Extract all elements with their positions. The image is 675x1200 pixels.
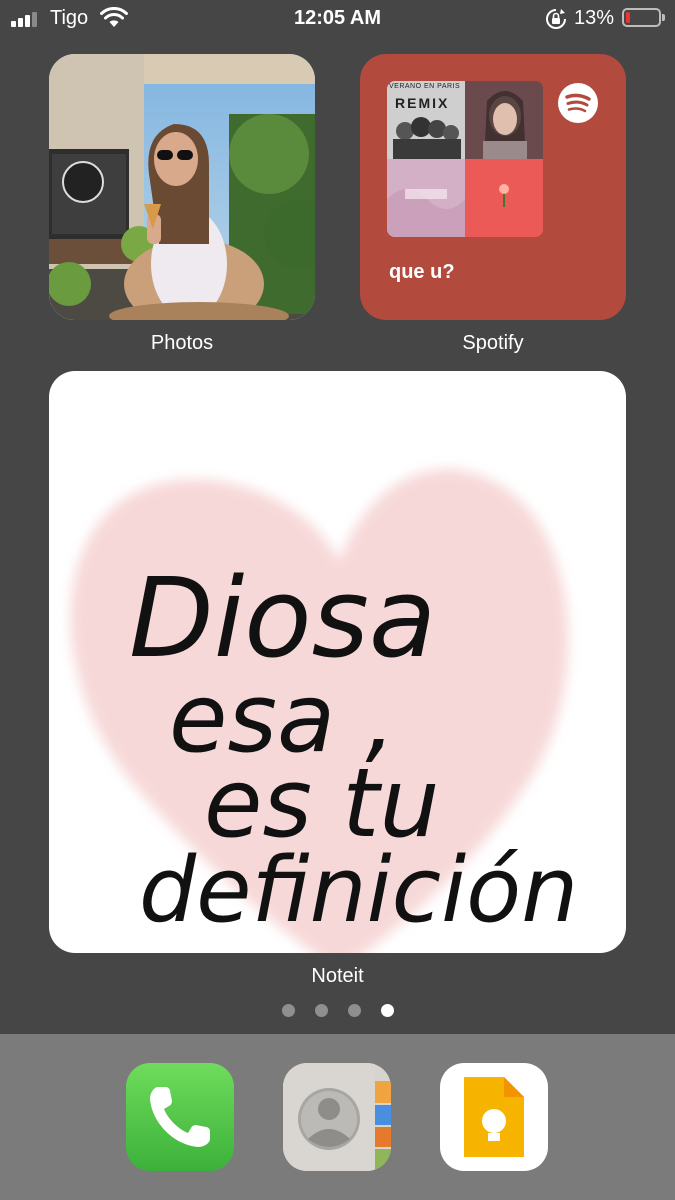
- status-bar: Tigo 12:05 AM 13%: [0, 0, 675, 38]
- contacts-app-icon[interactable]: [283, 1063, 391, 1171]
- google-keep-icon: [464, 1077, 524, 1157]
- noteit-widget[interactable]: Diosa esa , es tu definición: [49, 371, 626, 953]
- note-line: definición: [139, 838, 578, 943]
- page-dot[interactable]: [315, 1004, 328, 1017]
- photos-widget[interactable]: [49, 54, 315, 320]
- battery-percentage: 13%: [574, 7, 615, 29]
- phone-icon: [150, 1087, 210, 1147]
- noteit-label: Noteit: [311, 965, 364, 987]
- dock: [0, 1034, 675, 1200]
- spotify-widget[interactable]: VERANO EN PARIS REMIX que u?: [360, 54, 626, 320]
- handwritten-note: Diosa esa , es tu definición: [70, 468, 578, 953]
- album-cover: VERANO EN PARIS REMIX: [387, 81, 465, 159]
- spotify-logo-icon: [558, 83, 598, 123]
- battery-icon: [622, 8, 661, 27]
- page-indicator[interactable]: [282, 1004, 396, 1018]
- google-keep-app-icon[interactable]: [440, 1063, 548, 1171]
- album-covers-grid[interactable]: VERANO EN PARIS REMIX: [387, 81, 543, 237]
- photo-image: [49, 54, 315, 320]
- album-cover: [465, 159, 543, 237]
- battery-nub: [662, 14, 665, 21]
- contacts-icon: [283, 1063, 391, 1171]
- rotation-lock-icon: [546, 9, 566, 29]
- spotify-label: Spotify: [462, 332, 524, 354]
- album-cover-art: [465, 81, 543, 159]
- album-cover-art: [465, 159, 543, 237]
- playlist-name: que u?: [389, 261, 455, 283]
- photos-label: Photos: [150, 332, 214, 354]
- battery-level-fill: [626, 12, 630, 23]
- page-dot[interactable]: [348, 1004, 361, 1017]
- album-cover-art: [393, 117, 461, 159]
- page-dot-active[interactable]: [381, 1004, 394, 1017]
- album-cover: [387, 159, 465, 237]
- page-dot[interactable]: [282, 1004, 295, 1017]
- note-line: Diosa: [129, 554, 436, 682]
- album-cover: [465, 81, 543, 159]
- phone-app-icon[interactable]: [126, 1063, 234, 1171]
- album-cover-art: [387, 159, 465, 237]
